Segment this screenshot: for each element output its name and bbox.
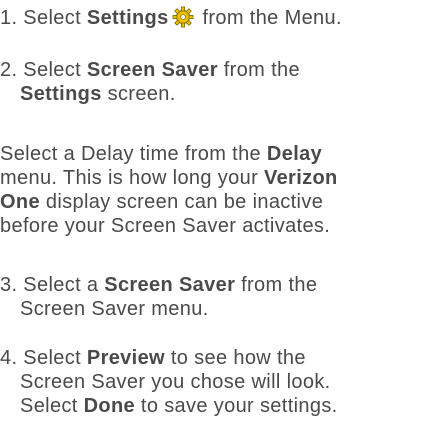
step-4-line-3: Select Done to save your settings. bbox=[20, 394, 338, 418]
step-1: 1. Select Settings from the Menu. bbox=[0, 6, 342, 30]
paragraph-line-1: Select a Delay time from the Delay bbox=[0, 142, 322, 166]
settings-label: Settings bbox=[86, 7, 169, 29]
step-3-suffix: from the bbox=[235, 274, 318, 296]
step-2-line-1: 2. Select Screen Saver from the bbox=[0, 58, 300, 82]
step-4-line-3-suffix: to save your settings. bbox=[135, 395, 338, 417]
step-2-line-2: Settings screen. bbox=[20, 82, 176, 106]
paragraph-l2-text: menu. This is how long your bbox=[0, 167, 264, 189]
paragraph-l1-text: Select a Delay time from the bbox=[0, 143, 267, 165]
screen-saver-label-2: Screen Saver bbox=[104, 274, 236, 296]
step-3-line-2: Screen Saver menu. bbox=[20, 298, 209, 320]
step-2-suffix: from the bbox=[217, 59, 300, 81]
step-4-suffix: to see how the bbox=[164, 347, 306, 369]
preview-label: Preview bbox=[86, 347, 165, 369]
verizon-label: Verizon bbox=[264, 167, 338, 189]
step-4-line-2: Screen Saver you chose will look. bbox=[20, 371, 331, 393]
paragraph-l3-text: display screen can be inactive bbox=[39, 191, 324, 213]
settings-label-2: Settings bbox=[20, 83, 102, 105]
gear-icon bbox=[172, 6, 194, 28]
step-4-line-1: 4. Select Preview to see how the bbox=[0, 346, 306, 370]
one-label: One bbox=[0, 191, 40, 213]
step-4-line-3-prefix: Select bbox=[20, 395, 84, 417]
step-1-suffix: from the Menu. bbox=[196, 7, 342, 29]
screen-saver-label: Screen Saver bbox=[86, 59, 218, 81]
delay-label: Delay bbox=[266, 143, 323, 165]
paragraph-line-3: One display screen can be inactive bbox=[0, 190, 323, 214]
step-3-line-1: 3. Select a Screen Saver from the bbox=[0, 273, 317, 297]
step-4-prefix: 4. Select bbox=[0, 347, 87, 369]
step-2-prefix: 2. Select bbox=[0, 59, 87, 81]
paragraph-line-2: menu. This is how long your Verizon bbox=[0, 166, 338, 190]
done-label: Done bbox=[83, 395, 135, 417]
paragraph-line-4: before your Screen Saver activates. bbox=[0, 215, 331, 237]
step-1-prefix: 1. Select bbox=[0, 7, 87, 29]
step-2-line-2-suffix: screen. bbox=[101, 83, 176, 105]
step-3-prefix: 3. Select a bbox=[0, 274, 105, 296]
